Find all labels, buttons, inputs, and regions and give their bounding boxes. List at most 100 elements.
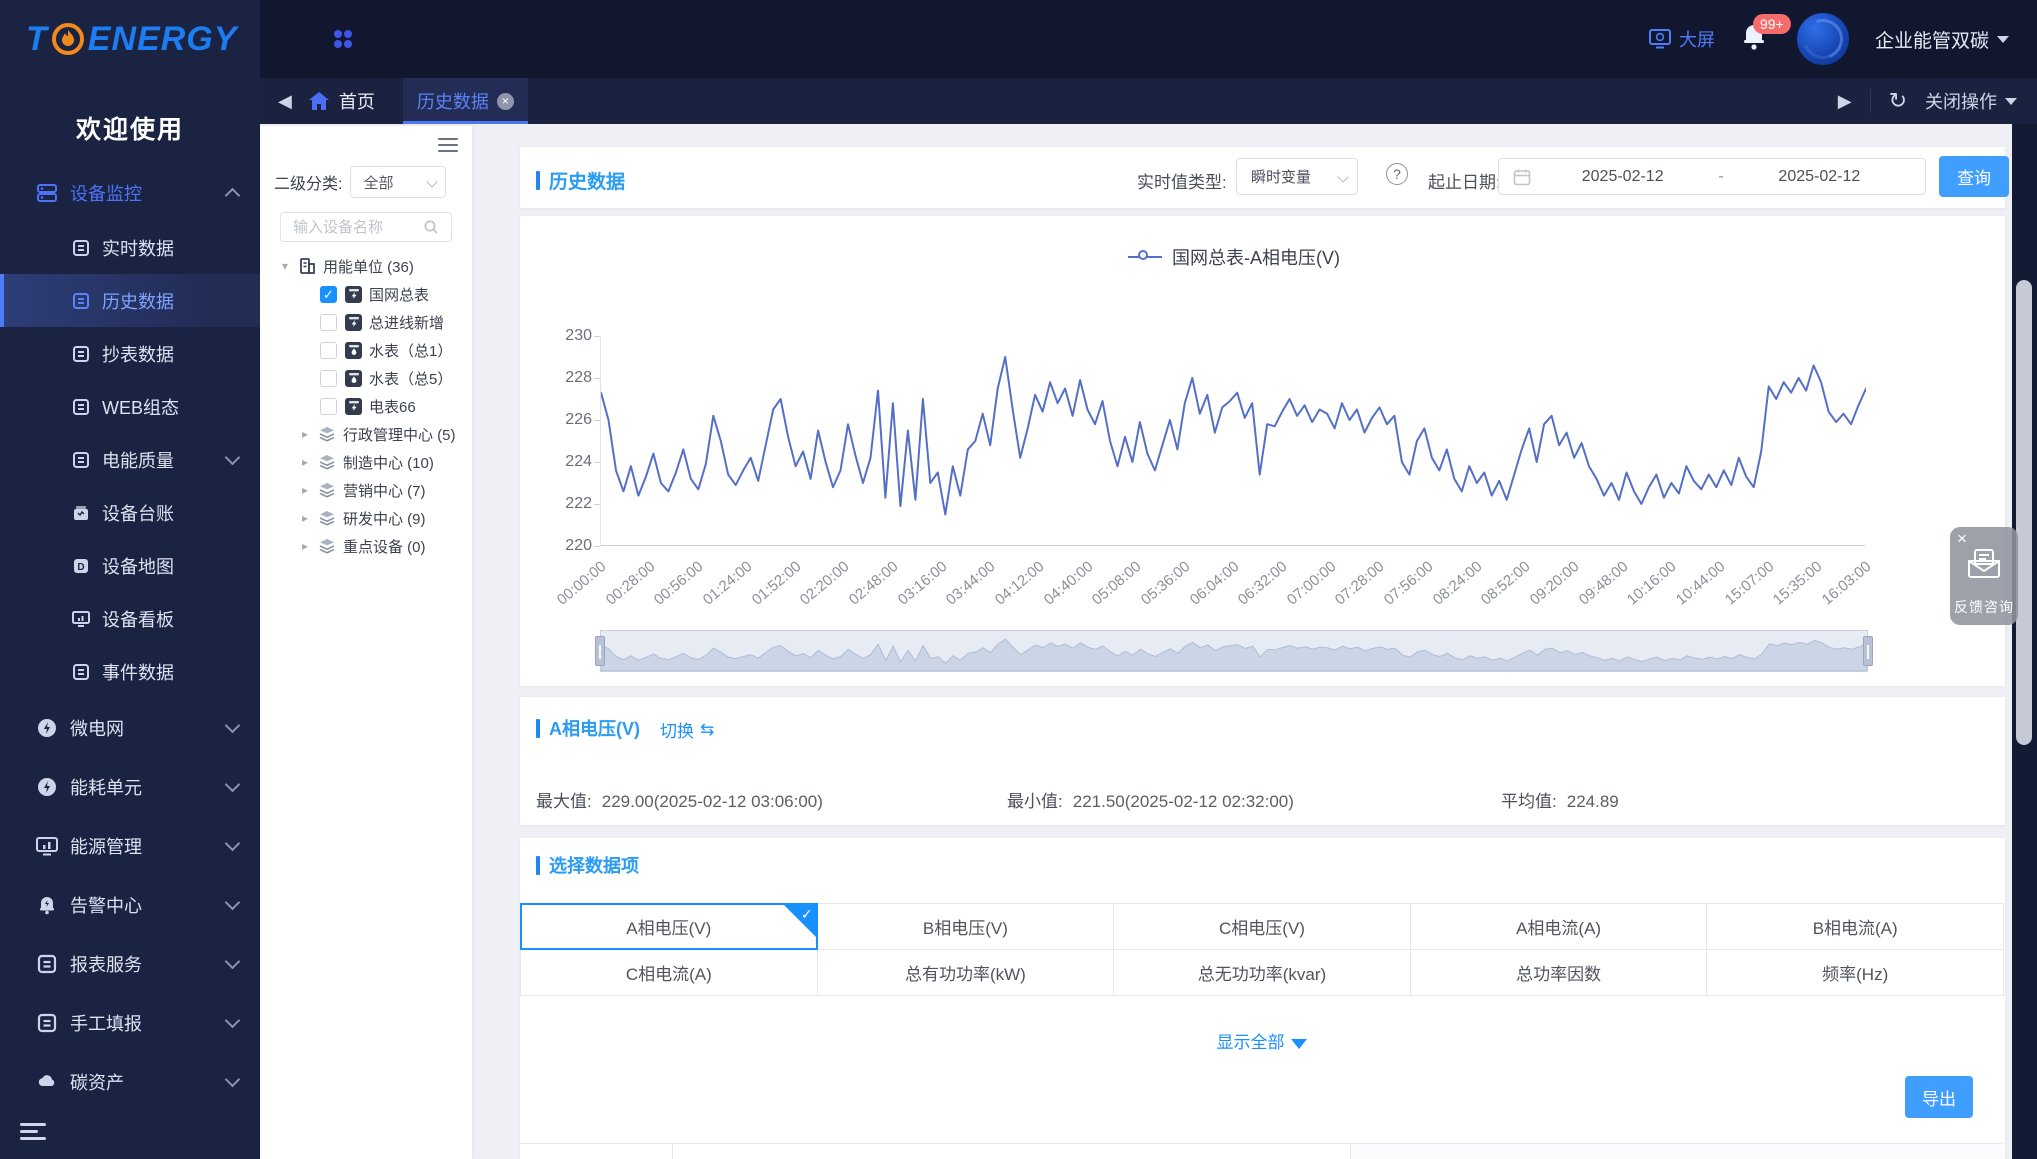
sidebar-item-web-scada[interactable]: WEB组态 (0, 380, 260, 433)
tree-node[interactable]: ▸研发中心 (9) (260, 504, 472, 532)
tree-node[interactable]: ▸行政管理中心 (5) (260, 420, 472, 448)
tree-node[interactable]: 水表（总5） (260, 364, 472, 392)
tabs-scroll-left-icon[interactable]: ◀ (278, 91, 292, 112)
tree-node[interactable]: ▸制造中心 (10) (260, 448, 472, 476)
search-icon[interactable] (423, 219, 439, 235)
tab-label: 历史数据 (417, 88, 489, 114)
datazoom-right-handle[interactable] (1863, 636, 1873, 666)
show-all-toggle[interactable]: 显示全部 (520, 1028, 2003, 1053)
sidebar-item-manual-entry[interactable]: 手工填报 (0, 993, 260, 1052)
caret-collapsed-icon[interactable]: ▸ (302, 511, 314, 525)
notification-bell[interactable]: 99+ (1741, 22, 1771, 56)
monitor-chart-icon (72, 610, 90, 628)
date-start-value[interactable]: 2025-02-12 (1531, 168, 1714, 186)
chart-legend[interactable]: 国网总表-A相电压(V) (600, 244, 1868, 270)
page-scrollbar-thumb[interactable] (2016, 280, 2032, 745)
sidebar-item-energy-mgmt[interactable]: 能源管理 (0, 816, 260, 875)
caret-collapsed-icon[interactable]: ▸ (302, 455, 314, 469)
caret-collapsed-icon[interactable]: ▸ (302, 427, 314, 441)
tabs-scroll-right-icon[interactable]: ▶ (1838, 91, 1852, 112)
bigscreen-button[interactable]: 大屏 (1649, 26, 1715, 52)
caret-collapsed-icon[interactable]: ▸ (302, 483, 314, 497)
device-search-box (280, 212, 452, 242)
data-item-label: A相电压(V) (626, 914, 711, 939)
device-tree: ▾用能单位 (36)✓国网总表总进线新增水表（总1）水表（总5）电表66▸行政管… (260, 252, 472, 560)
realtime-type-select[interactable]: 瞬时变量 (1236, 158, 1358, 195)
sidebar-item-carbon-asset[interactable]: 碳资产 (0, 1052, 260, 1111)
logo-text-right: ENERGY (88, 20, 238, 59)
data-item-button[interactable]: 总功率因数 (1410, 949, 1708, 996)
data-item-button[interactable]: A相电压(V)✓ (520, 903, 818, 950)
close-icon[interactable]: × (1957, 529, 1967, 549)
help-icon[interactable]: ? (1386, 163, 1408, 185)
checkbox-icon[interactable] (320, 370, 337, 387)
tree-node[interactable]: 水表（总1） (260, 336, 472, 364)
data-item-button[interactable]: 总有功功率(kW) (817, 949, 1115, 996)
checkbox-icon[interactable] (320, 398, 337, 415)
checkbox-icon[interactable] (320, 342, 337, 359)
app-logo: T ENERGY (0, 0, 260, 78)
tree-node[interactable]: 电表66 (260, 392, 472, 420)
refresh-icon[interactable]: ↻ (1889, 88, 1907, 114)
caret-collapsed-icon[interactable]: ▸ (302, 539, 314, 553)
feedback-label: 反馈咨询 (1950, 597, 2018, 617)
app-grid-icon[interactable] (330, 26, 356, 52)
datazoom-slider[interactable] (600, 630, 1868, 672)
export-button[interactable]: 导出 (1905, 1076, 1973, 1118)
data-item-button[interactable]: C相电流(A) (520, 949, 818, 996)
close-operations-menu[interactable]: 关闭操作 (1925, 88, 2017, 114)
data-item-button[interactable]: 频率(Hz) (1706, 949, 2004, 996)
sidebar-collapse-icon[interactable] (20, 1123, 46, 1143)
layers-icon (318, 453, 336, 471)
category-select[interactable]: 全部 (350, 166, 446, 198)
device-search-input[interactable] (293, 219, 423, 236)
sidebar-item-device-map[interactable]: D 设备地图 (0, 539, 260, 592)
caret-expanded-icon[interactable]: ▾ (282, 259, 294, 273)
table-header-sliver (520, 1143, 2003, 1159)
tree-node[interactable]: ▸重点设备 (0) (260, 532, 472, 560)
date-range-picker[interactable]: 2025-02-12 - 2025-02-12 (1498, 158, 1926, 195)
sidebar-item-event-data[interactable]: 事件数据 (0, 645, 260, 698)
sidebar-item-device-ledger[interactable]: 设备台账 (0, 486, 260, 539)
sidebar-item-report-service[interactable]: 报表服务 (0, 934, 260, 993)
tree-node[interactable]: 总进线新增 (260, 308, 472, 336)
workspace-switcher[interactable]: 企业能管双碳 (1875, 26, 2009, 53)
data-item-button[interactable]: C相电压(V) (1113, 903, 1411, 950)
datazoom-left-handle[interactable] (595, 636, 605, 666)
avatar[interactable] (1797, 13, 1849, 65)
tab-close-icon[interactable]: × (497, 93, 514, 110)
sidebar-item-history-data[interactable]: 历史数据 (0, 274, 260, 327)
switch-metric-link[interactable]: 切换 ⇆ (660, 717, 714, 742)
y-tick-label: 220 (548, 537, 592, 555)
archive-box-icon (72, 504, 90, 522)
sidebar-item-microgrid[interactable]: 微电网 (0, 698, 260, 757)
top-header-bar: 大屏 99+ 企业能管双碳 (260, 0, 2037, 78)
data-item-button[interactable]: B相电压(V) (817, 903, 1115, 950)
date-end-value[interactable]: 2025-02-12 (1728, 168, 1911, 186)
tree-node[interactable]: ▾用能单位 (36) (260, 252, 472, 280)
sidebar-item-alarm-center[interactable]: 告警中心 (0, 875, 260, 934)
sidebar-item-energy-unit[interactable]: 能耗单元 (0, 757, 260, 816)
sidebar-item-realtime-data[interactable]: 实时数据 (0, 221, 260, 274)
sidebar-item-device-board[interactable]: 设备看板 (0, 592, 260, 645)
checkbox-icon[interactable] (320, 314, 337, 331)
sidebar-item-meter-reading[interactable]: 抄表数据 (0, 327, 260, 380)
sidebar-item-power-quality[interactable]: 电能质量 (0, 433, 260, 486)
feedback-float-button[interactable]: × 反馈咨询 (1950, 527, 2018, 625)
data-item-button[interactable]: B相电流(A) (1706, 903, 2004, 950)
welcome-text: 欢迎使用 (0, 110, 260, 146)
tree-node[interactable]: ▸营销中心 (7) (260, 476, 472, 504)
tree-node[interactable]: ✓国网总表 (260, 280, 472, 308)
query-button[interactable]: 查询 (1939, 156, 2009, 197)
data-item-button[interactable]: 总无功功率(kvar) (1113, 949, 1411, 996)
tab-history-data[interactable]: 历史数据 × (403, 78, 528, 124)
sidebar-item-device-monitor[interactable]: 设备监控 (0, 164, 260, 221)
data-item-button[interactable]: A相电流(A) (1410, 903, 1708, 950)
chevron-down-icon (225, 450, 241, 466)
tab-home[interactable]: 首页 (308, 88, 375, 114)
tree-node-label: 总进线新增 (369, 312, 444, 333)
data-item-label: 总无功功率(kvar) (1198, 960, 1326, 985)
tab-home-label: 首页 (339, 88, 375, 114)
checkbox-checked-icon[interactable]: ✓ (320, 286, 337, 303)
tree-menu-icon[interactable] (438, 138, 458, 153)
